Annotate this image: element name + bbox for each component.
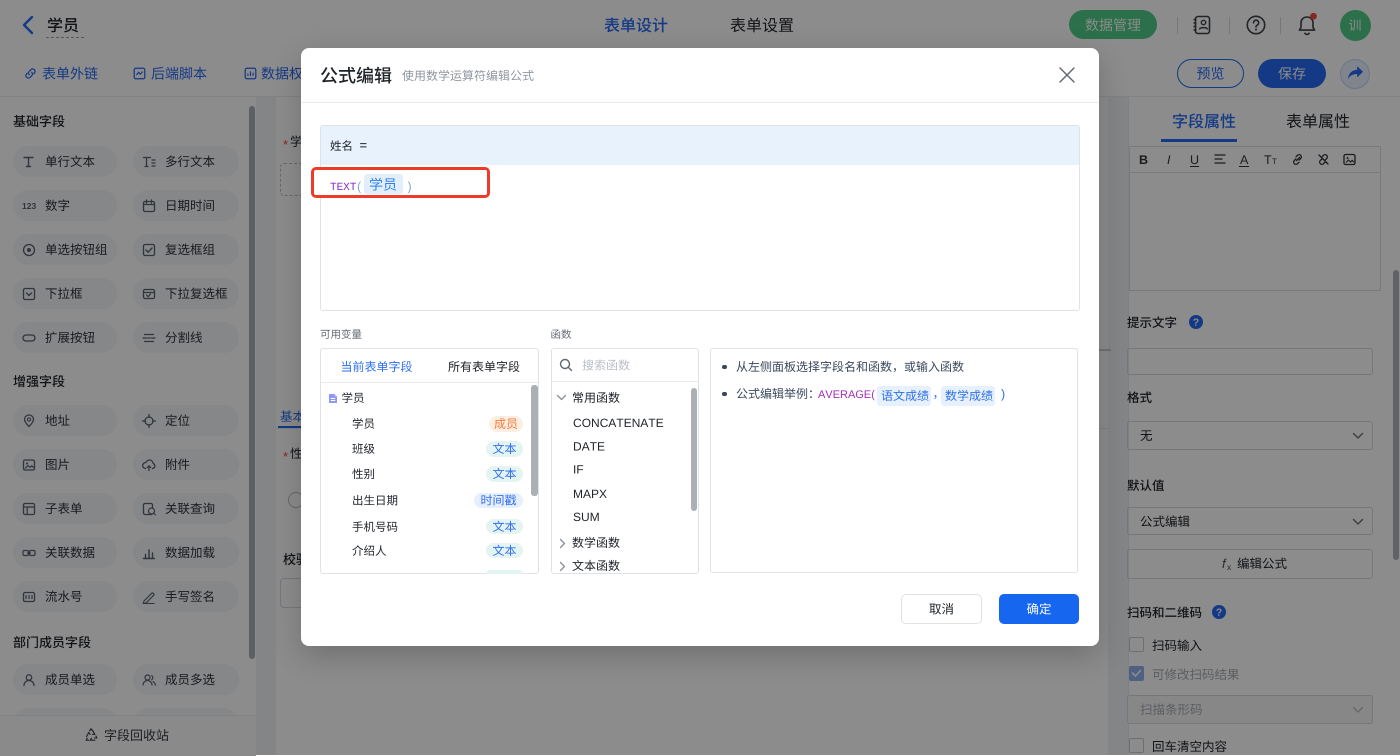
svg-text:123: 123 [22, 201, 36, 211]
